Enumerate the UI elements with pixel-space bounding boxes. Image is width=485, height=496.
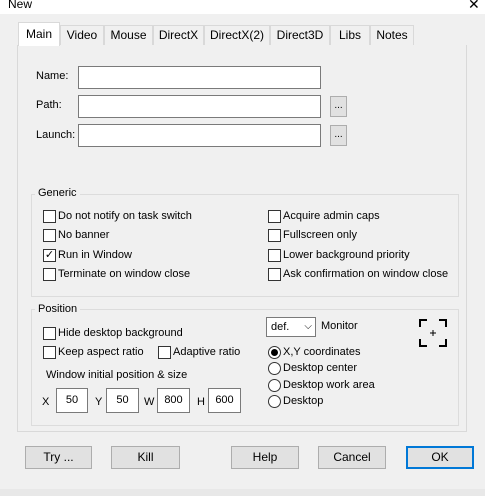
window-title: New — [8, 0, 33, 11]
path-browse-button[interactable]: ... — [330, 96, 347, 117]
desktop-center-label: Desktop center — [283, 362, 357, 374]
tab-notes[interactable]: Notes — [370, 25, 414, 45]
hide-desktop-bg-checkbox[interactable] — [43, 327, 56, 340]
launch-label: Launch: — [36, 129, 76, 141]
title-bar — [0, 0, 485, 14]
admin-caps-checkbox[interactable] — [268, 210, 281, 223]
name-label: Name: — [36, 70, 69, 82]
lower-priority-checkbox[interactable] — [268, 249, 281, 262]
y-input[interactable]: 50 — [106, 388, 139, 413]
ok-button[interactable]: OK — [406, 446, 474, 469]
monitor-label: Monitor — [321, 320, 358, 332]
terminate-on-close-checkbox[interactable] — [43, 268, 56, 281]
y-label: Y — [95, 396, 103, 408]
no-banner-label: No banner — [58, 229, 110, 241]
bottom-strip — [0, 489, 485, 496]
desktop-radio[interactable] — [268, 395, 281, 408]
launch-browse-button[interactable]: ... — [330, 125, 347, 146]
help-button[interactable]: Help — [231, 446, 299, 469]
ask-confirmation-checkbox[interactable] — [268, 268, 281, 281]
path-label: Path: — [36, 99, 62, 111]
desktop-label: Desktop — [283, 395, 324, 407]
name-input[interactable] — [78, 66, 321, 89]
adaptive-ratio-label: Adaptive ratio — [173, 346, 241, 358]
tab-libs[interactable]: Libs — [330, 25, 370, 45]
generic-group-title: Generic — [35, 187, 80, 199]
fullscreen-only-label: Fullscreen only — [283, 229, 357, 241]
x-input[interactable]: 50 — [56, 388, 88, 413]
launch-input[interactable] — [78, 124, 321, 147]
h-input[interactable]: 600 — [208, 388, 241, 413]
w-label: W — [144, 396, 155, 408]
notify-task-switch-label: Do not notify on task switch — [58, 210, 192, 222]
fullscreen-only-checkbox[interactable] — [268, 229, 281, 242]
notify-task-switch-checkbox[interactable] — [43, 210, 56, 223]
x-label: X — [42, 396, 50, 408]
path-input[interactable] — [78, 95, 321, 118]
initial-position-label: Window initial position & size — [46, 369, 188, 381]
monitor-select[interactable]: def. ⌵ — [266, 317, 316, 337]
tab-main[interactable]: Main — [18, 22, 60, 46]
admin-caps-label: Acquire admin caps — [283, 210, 380, 222]
desktop-work-area-label: Desktop work area — [283, 379, 375, 391]
desktop-center-radio[interactable] — [268, 362, 281, 375]
xy-coordinates-radio[interactable] — [268, 346, 281, 359]
tab-directx[interactable]: DirectX — [153, 25, 204, 45]
hide-desktop-bg-label: Hide desktop background — [58, 327, 183, 339]
adaptive-ratio-checkbox[interactable] — [158, 346, 171, 359]
keep-aspect-label: Keep aspect ratio — [58, 346, 144, 358]
tab-directx2[interactable]: DirectX(2) — [204, 25, 270, 45]
run-in-window-label: Run in Window — [58, 249, 132, 261]
terminate-on-close-label: Terminate on window close — [58, 268, 191, 280]
tab-video[interactable]: Video — [60, 25, 104, 45]
xy-coordinates-label: X,Y coordinates — [283, 346, 361, 358]
run-in-window-checkbox[interactable]: ✓ — [43, 249, 56, 262]
ask-confirmation-label: Ask confirmation on window close — [283, 268, 449, 280]
tab-direct3d[interactable]: Direct3D — [270, 25, 330, 45]
kill-button[interactable]: Kill — [111, 446, 180, 469]
frame-corners-icon[interactable] — [418, 318, 448, 348]
cancel-button[interactable]: Cancel — [318, 446, 386, 469]
w-input[interactable]: 800 — [157, 388, 190, 413]
lower-priority-label: Lower background priority — [283, 249, 410, 261]
keep-aspect-checkbox[interactable] — [43, 346, 56, 359]
close-icon[interactable]: ✕ — [468, 0, 480, 12]
no-banner-checkbox[interactable] — [43, 229, 56, 242]
chevron-down-icon: ⌵ — [304, 321, 312, 332]
desktop-work-area-radio[interactable] — [268, 379, 281, 392]
h-label: H — [197, 396, 205, 408]
try-button[interactable]: Try ... — [25, 446, 92, 469]
tab-mouse[interactable]: Mouse — [104, 25, 153, 45]
position-group-title: Position — [35, 303, 81, 315]
